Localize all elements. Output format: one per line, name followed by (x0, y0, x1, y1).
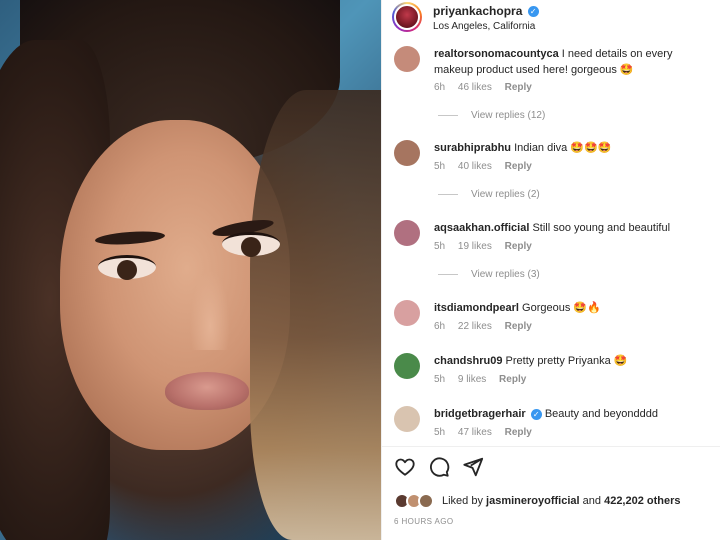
photo-nose (190, 270, 230, 350)
liked-by-count[interactable]: 422,202 others (604, 495, 680, 507)
comment-likes[interactable]: 40 likes (458, 161, 492, 172)
comment-time: 5h (434, 374, 446, 385)
photo-eye-right (222, 232, 280, 257)
author-avatar[interactable] (392, 2, 422, 32)
comment-meta: 5h 9 likes Reply (434, 374, 536, 385)
comment-reply-button[interactable]: Reply (505, 161, 532, 172)
comment-meta: 5h 40 likes Reply (434, 161, 542, 172)
liked-by-user[interactable]: jasmineroyofficial (486, 495, 580, 507)
liked-avatar (418, 493, 434, 509)
comment-icon[interactable] (428, 456, 450, 478)
replies-line (438, 194, 458, 195)
view-replies-label[interactable]: View replies (12) (471, 110, 545, 121)
comment-body: surabhiprabhu Indian diva 🤩🤩🤩 (434, 140, 714, 156)
comment-avatar[interactable] (394, 140, 420, 166)
view-replies-button[interactable]: View replies (2) (438, 189, 540, 200)
liked-by-prefix: Liked by (442, 495, 483, 507)
comment-reply-button[interactable]: Reply (505, 82, 532, 93)
comment-likes[interactable]: 22 likes (458, 321, 492, 332)
post-side-panel: priyankachopra ✓ Los Angeles, California… (381, 0, 720, 540)
post-time-ago[interactable]: 6 HOURS AGO (394, 517, 454, 526)
comment-reply-button[interactable]: Reply (499, 374, 526, 385)
comment-username[interactable]: aqsaakhan.official (434, 222, 529, 234)
actions-divider (382, 446, 720, 447)
comment-meta: 6h 46 likes Reply (434, 82, 542, 93)
comment-text: Gorgeous 🤩🔥 (522, 302, 601, 314)
liked-by-avatars[interactable] (394, 493, 434, 509)
comment-username[interactable]: bridgetbragerhair (434, 408, 526, 420)
comment-avatar[interactable] (394, 300, 420, 326)
view-replies-label[interactable]: View replies (2) (471, 189, 540, 200)
comment-time: 5h (434, 161, 446, 172)
comment-reply-button[interactable]: Reply (505, 241, 532, 252)
comment-username[interactable]: surabhiprabhu (434, 142, 511, 154)
comment-time: 5h (434, 427, 446, 438)
comment-meta: 6h 22 likes Reply (434, 321, 542, 332)
comment-text: Beauty and beyondddd (544, 408, 658, 420)
post-header: priyankachopra ✓ Los Angeles, California (382, 0, 720, 40)
comment-username[interactable]: itsdiamondpearl (434, 302, 519, 314)
post-actions (394, 456, 484, 480)
liked-by-and: and (582, 495, 602, 507)
comment-text: Pretty pretty Priyanka 🤩 (505, 355, 628, 367)
comment-avatar[interactable] (394, 46, 420, 72)
comment-time: 6h (434, 321, 446, 332)
liked-by: Liked by jasmineroyofficial and 422,202 … (394, 491, 681, 511)
photo-lips (165, 372, 249, 410)
heart-icon[interactable] (394, 456, 416, 478)
post-location[interactable]: Los Angeles, California (433, 21, 535, 32)
comment-username[interactable]: chandshru09 (434, 355, 502, 367)
view-replies-label[interactable]: View replies (3) (471, 269, 540, 280)
comment-likes[interactable]: 19 likes (458, 241, 492, 252)
comment-text: Still soo young and beautiful (532, 222, 671, 234)
comment-likes[interactable]: 9 likes (458, 374, 486, 385)
comment-meta: 5h 47 likes Reply (434, 427, 542, 438)
view-replies-button[interactable]: View replies (3) (438, 269, 540, 280)
comment-avatar[interactable] (394, 220, 420, 246)
photo-eye-left (98, 255, 156, 280)
comment-text: Indian diva 🤩🤩🤩 (514, 142, 612, 154)
comment-reply-button[interactable]: Reply (505, 427, 532, 438)
author-username[interactable]: priyankachopra (433, 4, 522, 18)
photo-hair-right (250, 90, 381, 540)
comment-avatar[interactable] (394, 406, 420, 432)
comment-time: 5h (434, 241, 446, 252)
verified-badge-icon: ✓ (530, 408, 542, 420)
comment-avatar[interactable] (394, 353, 420, 379)
comment-likes[interactable]: 46 likes (458, 82, 492, 93)
comment-body: realtorsonomacountyca I need details on … (434, 46, 714, 78)
verified-badge-icon: ✓ (527, 6, 539, 18)
comment-body: chandshru09 Pretty pretty Priyanka 🤩 (434, 353, 714, 369)
post-photo[interactable] (0, 0, 381, 540)
comment-reply-button[interactable]: Reply (505, 321, 532, 332)
comment-body: itsdiamondpearl Gorgeous 🤩🔥 (434, 300, 714, 316)
comment-likes[interactable]: 47 likes (458, 427, 492, 438)
comment-username[interactable]: realtorsonomacountyca (434, 48, 559, 60)
comment-meta: 5h 19 likes Reply (434, 241, 542, 252)
comment-body: aqsaakhan.official Still soo young and b… (434, 220, 714, 236)
comment-body: bridgetbragerhair ✓ Beauty and beyondddd (434, 406, 714, 422)
comment-time: 6h (434, 82, 446, 93)
replies-line (438, 115, 458, 116)
replies-line (438, 274, 458, 275)
view-replies-button[interactable]: View replies (12) (438, 110, 545, 121)
author-username-row[interactable]: priyankachopra ✓ (433, 4, 539, 18)
share-icon[interactable] (462, 456, 484, 478)
